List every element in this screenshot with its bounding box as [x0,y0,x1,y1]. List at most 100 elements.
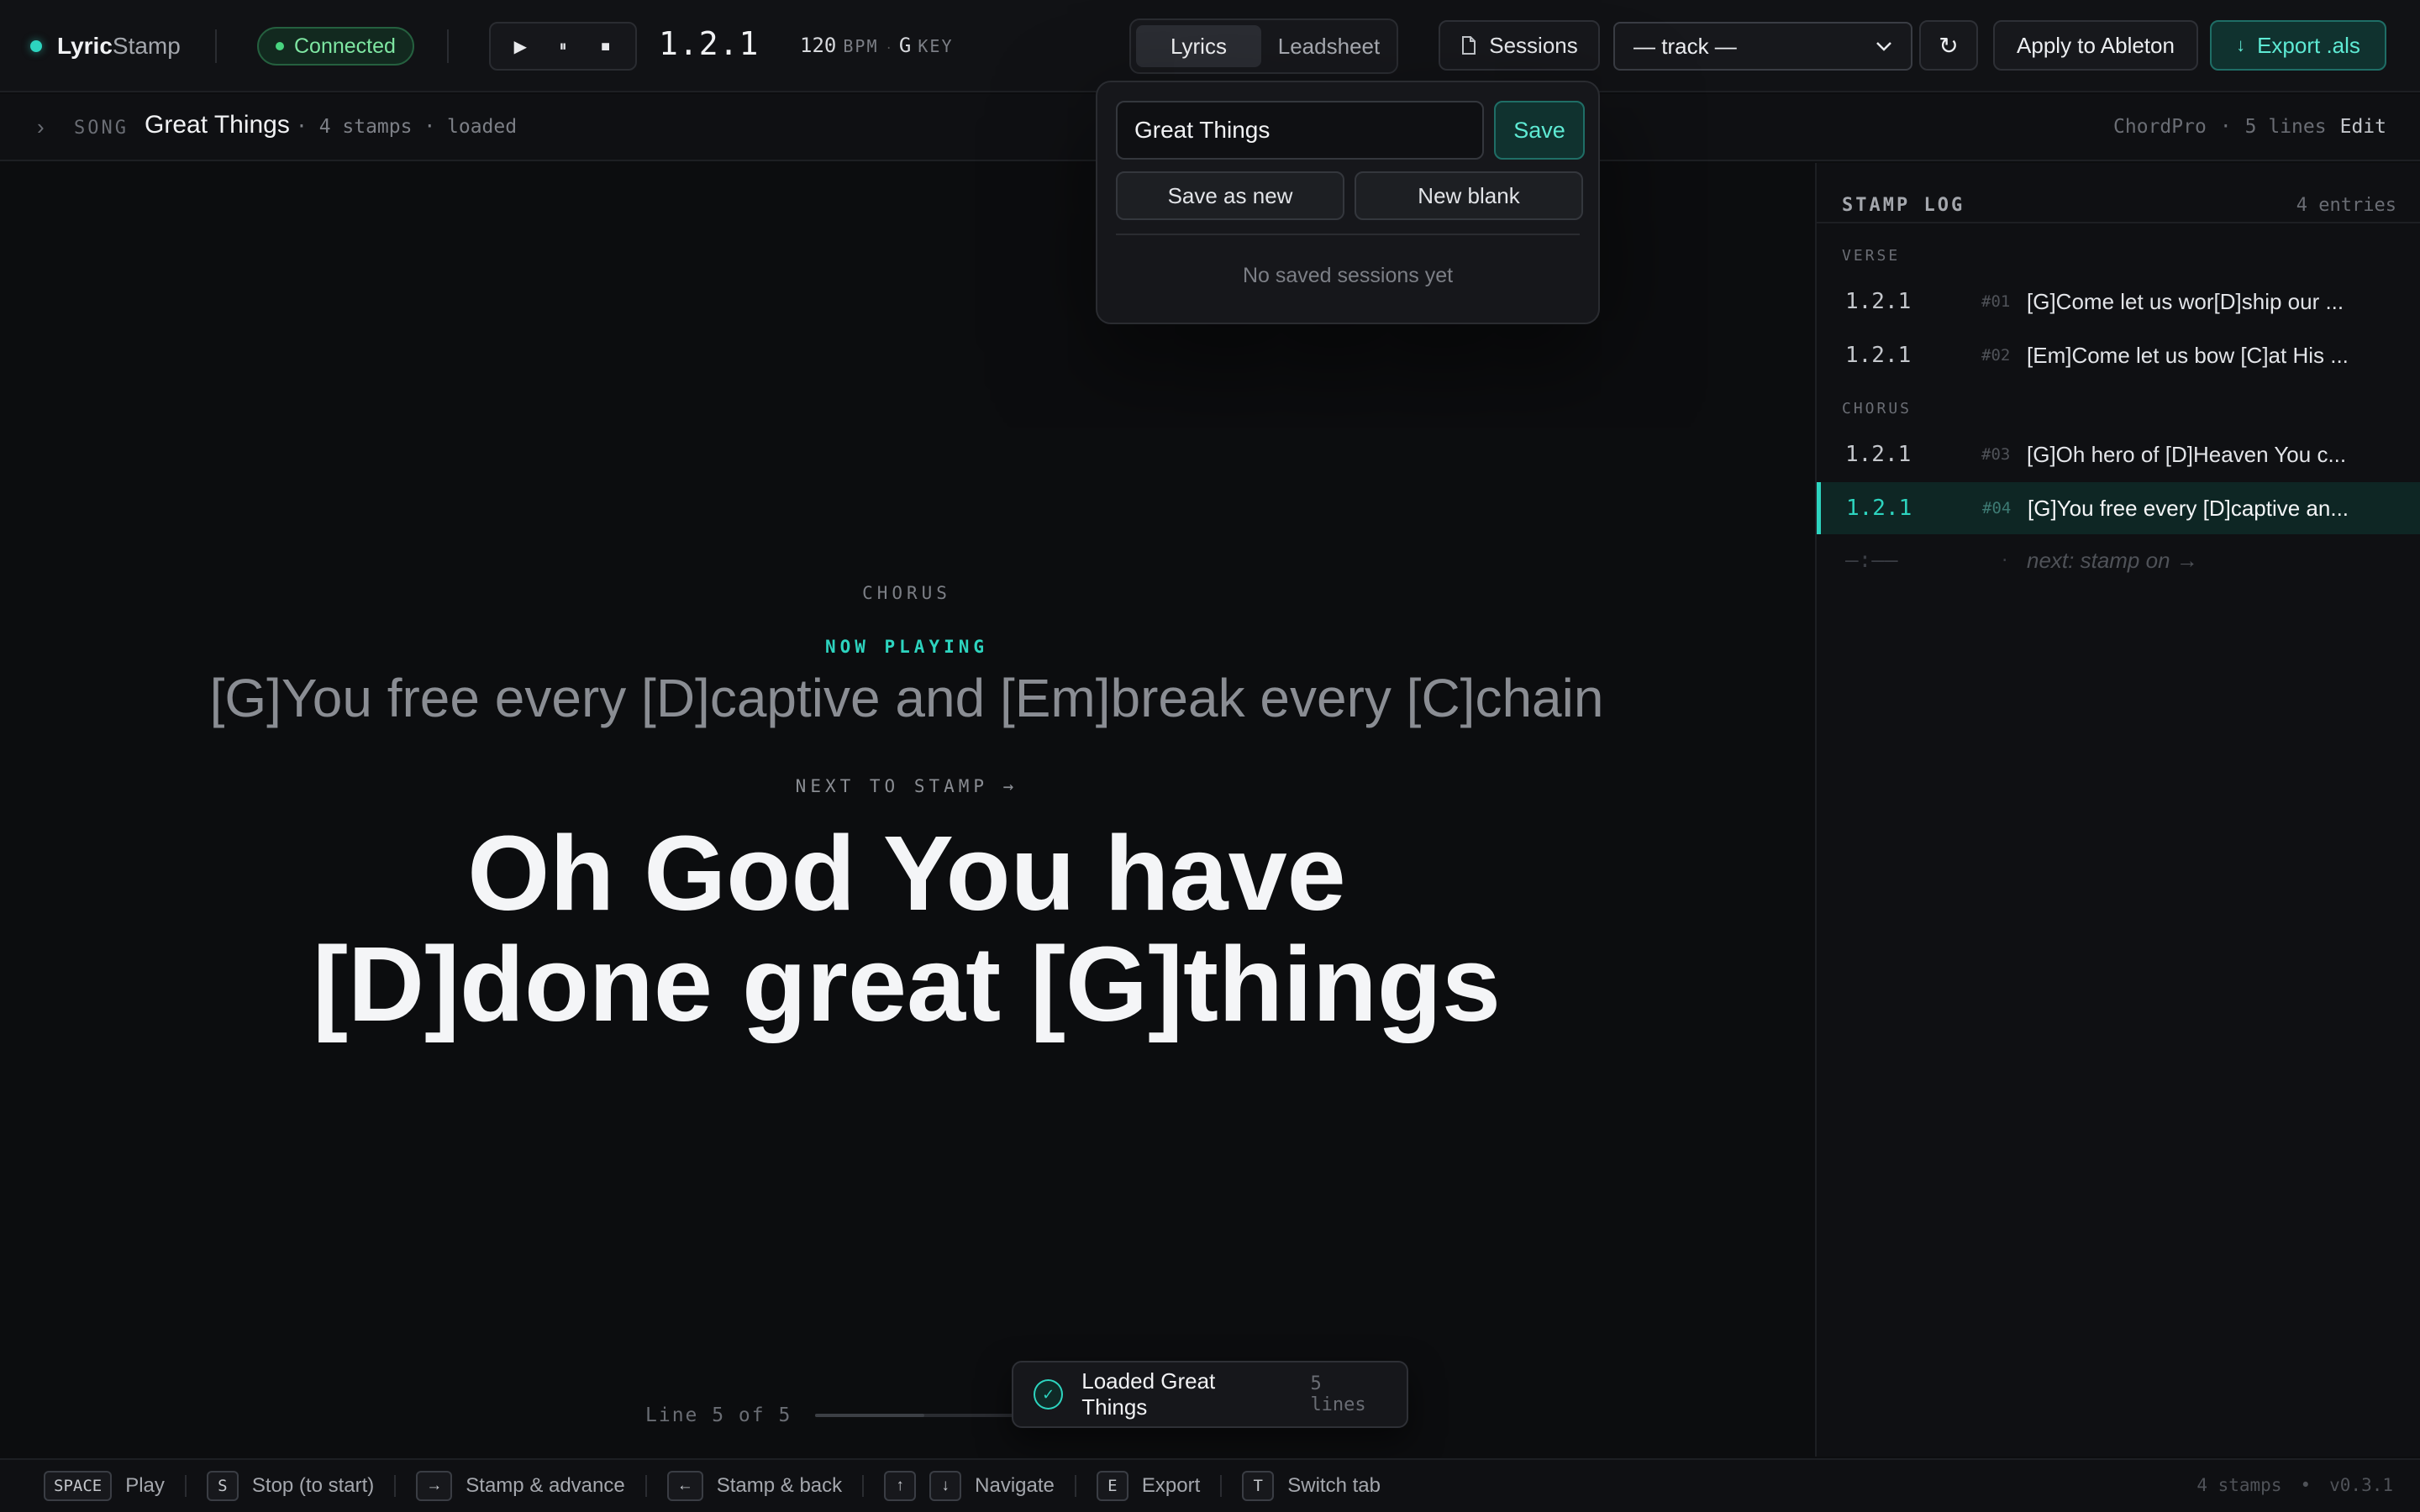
chevron-down-icon [1876,42,1891,51]
pause-icon[interactable]: ⏸ [546,29,580,63]
tab-lyrics[interactable]: Lyrics [1136,25,1261,67]
key-t: T [1242,1471,1275,1501]
divider [447,29,449,63]
connection-status-badge: Connected [257,27,414,66]
sessions-button[interactable]: Sessions [1439,20,1600,71]
track-select-value: — track — [1634,33,1737,59]
log-entry-position: 1.2.1 [1846,496,1912,521]
log-entry-index: #03 [1981,445,2011,464]
export-als-button[interactable]: ↓ Export .als [2210,20,2386,71]
stamp-log-title: STAMP LOG [1842,194,1965,216]
log-entry-lyric: [G]You free every [D]captive an... [2028,495,2349,521]
shortcut-navigate: ↑ ↓ Navigate [884,1471,1055,1501]
top-bar: Lyric Stamp Connected ▶ ⏸ ■ 1.2.1 120 BP… [0,0,2420,92]
play-icon[interactable]: ▶ [503,29,537,63]
footer-status: 4 stamps • v0.3.1 [2196,1475,2393,1495]
log-entry-index: #02 [1981,346,2011,365]
arrow-left-key: ← [666,1471,703,1501]
shortcut-label: Navigate [975,1474,1055,1497]
now-playing-line: [G]You free every [D]captive and [Em]bre… [209,668,1604,728]
separator: • [2300,1475,2312,1495]
log-group-verse: VERSE [1842,247,1901,265]
log-entry-pending: —:—— · next: stamp on → [1817,534,2420,586]
log-entry[interactable]: 1.2.1 #01 [G]Come let us wor[D]ship our … [1817,276,2420,328]
song-meta: · 4 stamps · loaded [296,116,518,138]
app-name-light: Stamp [112,33,181,59]
shortcut-label: Stop (to start) [251,1474,375,1497]
log-entry[interactable]: 1.2.1 #02 [Em]Come let us bow [C]at His … [1817,329,2420,381]
divider [644,1475,647,1497]
arrow-up-key: ↑ [884,1471,917,1501]
shortcut-play: SPACE Play [44,1471,165,1501]
stamp-total: 4 stamps [2196,1475,2282,1495]
refresh-button[interactable]: ↻ [1919,20,1978,71]
sessions-button-label: Sessions [1489,32,1578,58]
divider [215,29,217,63]
next-to-stamp-label: NEXT TO STAMP → [795,776,1018,796]
divider [184,1475,187,1497]
save-session-button[interactable]: Save [1494,101,1585,160]
log-entry-position: —:—— [1845,548,1898,573]
tempo-key-readout: 120 BPM · G KEY [800,34,954,57]
log-entry-position: 1.2.1 [1845,343,1912,368]
log-entry-lyric: [G]Come let us wor[D]ship our ... [2027,288,2344,314]
shortcut-stamp-advance: → Stamp & advance [416,1471,625,1501]
connection-status-text: Connected [294,34,396,58]
divider [1220,1475,1223,1497]
log-entry-index: #04 [1982,499,2012,517]
divider [1116,234,1580,235]
log-entry-active[interactable]: 1.2.1 #04 [G]You free every [D]captive a… [1817,482,2420,534]
stamp-log-panel: STAMP LOG 4 entries VERSE 1.2.1 #01 [G]C… [1815,163,2420,1457]
shortcut-footer: SPACE Play S Stop (to start) → Stamp & a… [0,1458,2420,1512]
next-line-part-1: Oh God You have [467,814,1346,932]
transport-controls: ▶ ⏸ ■ [489,22,637,71]
song-title: Great Things [145,111,290,139]
bpm-value: 120 [800,34,837,57]
document-icon [1462,36,1476,55]
lyrics-stage: CHORUS NOW PLAYING [G]You free every [D]… [0,163,1813,1457]
song-label: SONG [74,118,129,139]
separator: · [2219,116,2232,138]
log-entry[interactable]: 1.2.1 #03 [G]Oh hero of [D]Heaven You c.… [1817,428,2420,480]
line-progress-text: Line 5 of 5 [645,1404,792,1426]
divider [862,1475,865,1497]
app-logo: Lyric Stamp [30,30,181,62]
divider [1817,222,2420,223]
next-line-part-2: [D]done great [G]things [313,925,1501,1043]
key-value: G [898,34,912,57]
song-format-info: ChordPro · 5 lines Edit [2113,116,2386,138]
section-label: CHORUS [862,583,951,603]
refresh-icon: ↻ [1939,32,1959,59]
log-entry-position: 1.2.1 [1845,289,1912,314]
log-entry-index: · [2000,551,2010,570]
arrow-down-key: ↓ [929,1471,962,1501]
stop-icon[interactable]: ■ [589,29,623,63]
log-entry-lyric: [Em]Come let us bow [C]at His ... [2027,342,2349,368]
new-blank-button[interactable]: New blank [1355,171,1583,220]
chevron-right-icon[interactable]: › [37,114,45,140]
song-line-count: 5 lines [2244,116,2327,138]
log-entry-lyric: [G]Oh hero of [D]Heaven You c... [2027,441,2347,467]
shortcut-switch-tab: T Switch tab [1242,1471,1381,1501]
edit-song-button[interactable]: Edit [2340,116,2386,138]
shortcut-stamp-back: ← Stamp & back [666,1471,843,1501]
bpm-label: BPM [843,36,879,56]
sessions-empty-state: No saved sessions yet [1242,264,1454,287]
key-s: S [206,1471,239,1501]
shortcut-stop: S Stop (to start) [206,1471,375,1501]
app-version: v0.3.1 [2329,1475,2393,1495]
check-icon: ✓ [1034,1379,1064,1410]
apply-to-ableton-button[interactable]: Apply to Ableton [1993,20,2198,71]
save-as-new-button[interactable]: Save as new [1116,171,1344,220]
log-entry-position: 1.2.1 [1845,442,1912,467]
playhead-position: 1.2.1 [659,25,760,62]
logo-dot-icon [30,40,42,52]
tab-leadsheet[interactable]: Leadsheet [1266,25,1392,67]
session-name-input[interactable]: Great Things [1116,101,1484,160]
track-select[interactable]: — track — [1613,22,1912,71]
shortcut-label: Export [1141,1474,1201,1497]
sessions-popover: Great Things Save Save as new New blank … [1096,81,1600,324]
shortcut-label: Stamp & back [716,1474,843,1497]
shortcut-label: Stamp & advance [466,1474,625,1497]
divider [394,1475,397,1497]
